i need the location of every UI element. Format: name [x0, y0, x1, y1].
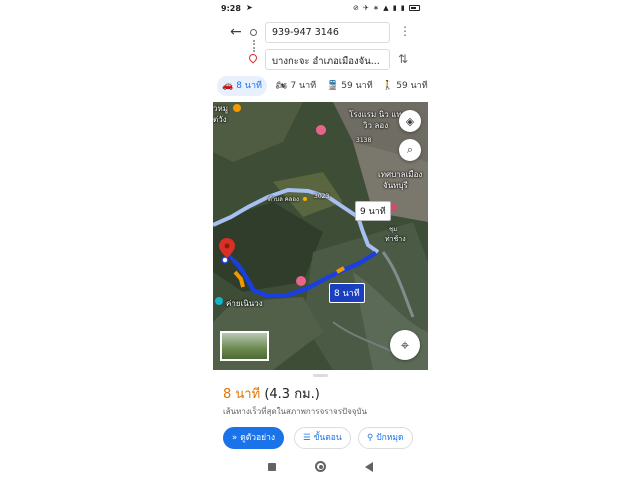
- battery-icon: [409, 5, 420, 11]
- back-triangle-icon[interactable]: [365, 462, 373, 472]
- list-icon: ☰: [303, 433, 311, 443]
- recents-icon[interactable]: [268, 463, 276, 471]
- route-distance: (4.3 กม.): [264, 387, 320, 402]
- steps-button[interactable]: ☰ ขั้นตอน: [294, 427, 351, 449]
- car-icon: 🚗: [222, 81, 234, 91]
- drag-handle[interactable]: [313, 374, 328, 377]
- map-label: จันทบุรี: [383, 181, 408, 190]
- mode-driving[interactable]: 🚗 8 นาที: [217, 76, 267, 96]
- mode-time: 59 นาที: [341, 81, 373, 91]
- destination-pin-icon: [247, 52, 259, 64]
- map-label: ตำบล คลอง: [268, 196, 299, 203]
- navigation-status-icon: ➤: [246, 3, 253, 12]
- transit-icon: 🚆: [327, 81, 339, 91]
- route-connector: [253, 40, 255, 52]
- preview-label: ดูตัวอย่าง: [240, 433, 276, 443]
- origin-dot-icon: [250, 29, 257, 36]
- mode-time: 8 นาที: [236, 81, 262, 91]
- walk-icon: 🚶: [382, 81, 394, 91]
- chevrons-right-icon: »: [232, 433, 238, 443]
- pin-icon: ⚲: [367, 433, 374, 443]
- preview-button[interactable]: » ดูตัวอย่าง: [223, 427, 285, 449]
- main-route-time-badge[interactable]: 8 นาที: [329, 283, 365, 303]
- origin-field[interactable]: 939-947 3146: [265, 22, 390, 43]
- map-label: วิว ลอง: [363, 121, 389, 130]
- status-indicator-icons: ⊘ ✈ ∗ ▲ ▮ ▮: [352, 4, 406, 12]
- route-duration: 8 นาที: [223, 387, 261, 402]
- steps-label: ขั้นตอน: [313, 433, 342, 443]
- map-label: ต่วัง: [213, 115, 227, 124]
- swap-vert-icon[interactable]: ⇅: [398, 52, 408, 66]
- status-bar: 9:28 ➤ ⊘ ✈ ∗ ▲ ▮ ▮: [213, 0, 428, 18]
- map-view[interactable]: วหมู ต่วัง โรงแรม นิว แท วิว ลอง 3138 เท…: [213, 102, 428, 370]
- status-time: 9:28: [221, 4, 241, 13]
- more-vert-icon[interactable]: ⋮: [399, 25, 411, 37]
- street-view-thumbnail[interactable]: [220, 331, 269, 361]
- mode-motorcycle[interactable]: 🏍 7 นาที: [271, 76, 321, 96]
- layers-icon[interactable]: ◈: [399, 110, 421, 132]
- travel-modes: 🚗 8 นาที 🏍 7 นาที 🚆 59 นาที 🚶 59 นาที: [217, 76, 428, 96]
- map-label: ชุม: [389, 226, 398, 233]
- map-label: 3138: [356, 137, 372, 144]
- pin-button[interactable]: ⚲ ปักหมุด: [358, 427, 413, 449]
- mode-walking[interactable]: 🚶 59 นาที: [377, 76, 428, 96]
- destination-field[interactable]: บางกะจะ อำเภอเมืองจัน...: [265, 49, 390, 70]
- map-label: ท่าช้าง: [385, 235, 406, 243]
- pin-label: ปักหมุด: [376, 433, 404, 443]
- map-label: 3023: [314, 193, 330, 200]
- alt-route-time-badge[interactable]: 9 นาที: [355, 201, 391, 221]
- search-icon[interactable]: ⌕: [399, 139, 421, 161]
- arrow-back-icon[interactable]: ←: [230, 24, 246, 40]
- map-label: ค่ายเนินวง: [226, 299, 263, 308]
- motorcycle-icon: 🏍: [276, 81, 288, 91]
- system-nav-bar: [213, 457, 428, 480]
- mode-time: 7 นาที: [290, 81, 317, 91]
- route-description: เส้นทางเร็วที่สุดในสภาพการจราจรปัจจุบัน: [223, 407, 368, 416]
- home-icon[interactable]: [315, 461, 326, 472]
- status-indicators: ⊘ ✈ ∗ ▲ ▮ ▮: [353, 4, 420, 12]
- my-location-icon[interactable]: ⌖: [390, 330, 420, 360]
- phone-screen: 9:28 ➤ ⊘ ✈ ∗ ▲ ▮ ▮ ← 939-947 3146 บางกะจ…: [213, 0, 428, 480]
- mode-transit[interactable]: 🚆 59 นาที: [322, 76, 378, 96]
- route-summary: 8 นาที (4.3 กม.): [223, 383, 320, 404]
- mode-time: 59 นาที: [396, 81, 428, 91]
